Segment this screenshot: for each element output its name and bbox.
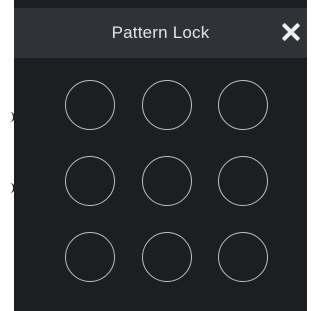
pattern-dot-2-1[interactable]	[65, 156, 115, 206]
pattern-lock-dialog: Pattern Lock	[14, 0, 307, 311]
background-page-edge	[0, 0, 15, 311]
dialog-titlebar: Pattern Lock	[14, 8, 307, 58]
pattern-dot-2-2[interactable]	[142, 156, 192, 206]
pattern-dot-1-1[interactable]	[65, 80, 115, 130]
dialog-title: Pattern Lock	[111, 23, 210, 42]
pattern-dot-1-3[interactable]	[218, 80, 268, 130]
screen: Pattern Lock	[0, 0, 307, 311]
pattern-dot-3-2[interactable]	[142, 232, 192, 282]
pattern-dot-1-2[interactable]	[142, 80, 192, 130]
pattern-grid[interactable]	[65, 80, 275, 290]
pattern-dot-3-1[interactable]	[65, 232, 115, 282]
pattern-dot-3-3[interactable]	[218, 232, 268, 282]
close-icon[interactable]	[279, 20, 303, 44]
pattern-dot-2-3[interactable]	[218, 156, 268, 206]
